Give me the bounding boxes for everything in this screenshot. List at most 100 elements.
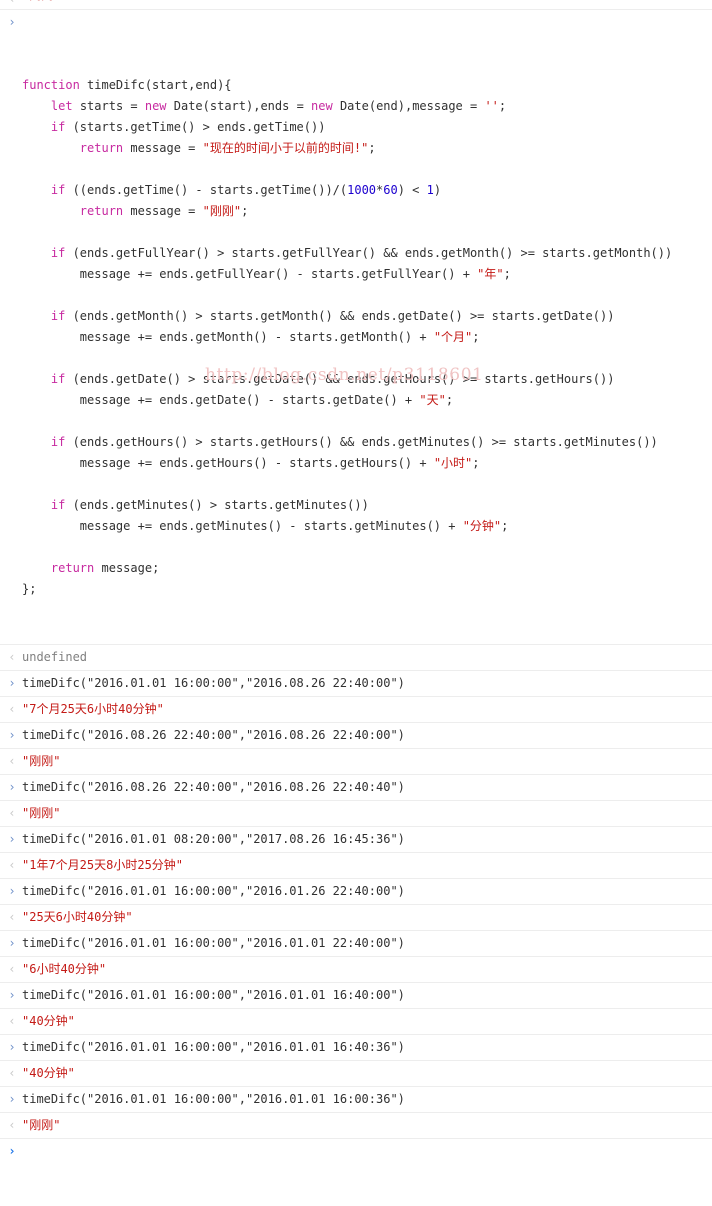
console-row-clipped-result: ‹ "刚刚"	[0, 0, 712, 10]
result-text: "6小时40分钟"	[22, 962, 107, 976]
code-token-kw: if	[50, 309, 66, 323]
input-arrow-icon: ›	[8, 1092, 16, 1106]
code-token-kw: return	[50, 561, 95, 575]
code-line: message += ends.getMinutes() - starts.ge…	[22, 516, 712, 537]
code-token-plain: (ends.getDate() > starts.getDate() && en…	[65, 372, 615, 386]
code-token-plain: timeDifc(start,end){	[79, 78, 232, 92]
console-row-result: ‹ "7个月25天6小时40分钟"	[0, 697, 712, 723]
result-text: "40分钟"	[22, 1066, 75, 1080]
result-text: "1年7个月25天8小时25分钟"	[22, 858, 184, 872]
input-arrow-icon: ›	[8, 15, 16, 29]
code-line: if (starts.getTime() > ends.getTime())	[22, 117, 712, 138]
devtools-console-panel[interactable]: http://blog.csdn.net/p3118601 ‹ "刚刚" › f…	[0, 0, 712, 1158]
code-token-plain: ;	[498, 99, 507, 113]
code-line: return message = "刚刚";	[22, 201, 712, 222]
code-token-kw: new	[144, 99, 167, 113]
code-token-plain: ;	[368, 141, 376, 155]
console-row-command[interactable]: › timeDifc("2016.01.01 16:00:00","2016.01…	[0, 879, 712, 905]
command-text: timeDifc("2016.01.01 16:00:00","2016.01.…	[22, 1040, 405, 1054]
command-text: timeDifc("2016.01.01 16:00:00","2016.01.…	[22, 936, 405, 950]
clipped-result-text: "刚刚"	[22, 0, 60, 1]
code-token-plain: message =	[123, 141, 203, 155]
code-token-str: ''	[484, 99, 499, 113]
code-token-kw: if	[50, 120, 66, 134]
command-text: timeDifc("2016.01.01 16:00:00","2016.01.…	[22, 884, 405, 898]
code-token-num: 60	[383, 183, 398, 197]
code-token-kw: if	[50, 435, 66, 449]
code-token-kw: let	[50, 99, 73, 113]
code-token-kw: if	[50, 246, 66, 260]
code-line: };	[22, 579, 712, 600]
console-row-result: ‹ "刚刚"	[0, 1113, 712, 1139]
code-token-plain: message += ends.getDate() - starts.getDa…	[22, 393, 420, 407]
output-arrow-icon: ‹	[8, 1066, 16, 1080]
code-token-plain: Date(start),ends =	[166, 99, 312, 113]
console-row-command[interactable]: › timeDifc("2016.01.01 08:20:00","2017.08…	[0, 827, 712, 853]
code-token-str: "分钟"	[462, 519, 502, 533]
console-row-command[interactable]: › timeDifc("2016.01.01 16:00:00","2016.01…	[0, 983, 712, 1009]
code-block: function timeDifc(start,end){ let starts…	[22, 75, 712, 600]
code-token-kw: if	[50, 372, 66, 386]
code-line: function timeDifc(start,end){	[22, 75, 712, 96]
input-arrow-icon: ›	[8, 676, 16, 690]
code-line: let starts = new Date(start),ends = new …	[22, 96, 712, 117]
code-token-num: 1	[426, 183, 434, 197]
output-arrow-icon: ‹	[8, 650, 16, 664]
code-token-plain: ;	[501, 519, 509, 533]
code-token-plain: message += ends.getFullYear() - starts.g…	[22, 267, 478, 281]
code-token-plain: message += ends.getMonth() - starts.getM…	[22, 330, 434, 344]
result-text: "刚刚"	[22, 754, 61, 768]
code-line: if (ends.getFullYear() > starts.getFullY…	[22, 243, 712, 264]
console-row-result: ‹ "刚刚"	[0, 801, 712, 827]
code-token-plain: ;	[445, 393, 454, 407]
code-line: if (ends.getMonth() > starts.getMonth() …	[22, 306, 712, 327]
console-row-command[interactable]: › timeDifc("2016.01.01 16:00:00","2016.08…	[0, 671, 712, 697]
code-line: if (ends.getDate() > starts.getDate() &&…	[22, 369, 712, 390]
input-arrow-icon: ›	[8, 1040, 16, 1054]
output-arrow-icon: ‹	[5, 0, 19, 9]
result-text: "刚刚"	[22, 1118, 61, 1132]
command-text: timeDifc("2016.01.01 16:00:00","2016.01.…	[22, 1092, 405, 1106]
output-arrow-icon: ‹	[8, 910, 16, 924]
console-row-command[interactable]: › timeDifc("2016.01.01 16:00:00","2016.01…	[0, 1035, 712, 1061]
code-token-plain: ) <	[397, 183, 427, 197]
result-text: "40分钟"	[22, 1014, 75, 1028]
code-line: if (ends.getMinutes() > starts.getMinute…	[22, 495, 712, 516]
console-input-prompt-row[interactable]: ›	[0, 1139, 712, 1206]
console-row-command[interactable]: › timeDifc("2016.08.26 22:40:00","2016.08…	[0, 723, 712, 749]
code-token-str: "年"	[477, 267, 504, 281]
code-token-kw: if	[50, 183, 66, 197]
output-arrow-icon: ‹	[8, 702, 16, 716]
output-arrow-icon: ‹	[8, 806, 16, 820]
code-token-plain: message += ends.getMinutes() - starts.ge…	[22, 519, 463, 533]
console-row-result: ‹ "1年7个月25天8小时25分钟"	[0, 853, 712, 879]
console-row-code-entry[interactable]: › function timeDifc(start,end){ let star…	[0, 10, 712, 645]
code-token-kw: return	[79, 141, 124, 155]
console-row-command[interactable]: › timeDifc("2016.01.01 16:00:00","2016.01…	[0, 931, 712, 957]
code-line: message += ends.getHours() - starts.getH…	[22, 453, 712, 474]
input-arrow-icon: ›	[8, 884, 16, 898]
code-token-plain: (ends.getHours() > starts.getHours() && …	[65, 435, 658, 449]
console-row-command[interactable]: › timeDifc("2016.08.26 22:40:00","2016.08…	[0, 775, 712, 801]
input-arrow-icon: ›	[8, 936, 16, 950]
code-token-kw: new	[311, 99, 333, 113]
command-text: timeDifc("2016.01.01 16:00:00","2016.01.…	[22, 988, 405, 1002]
console-row-command[interactable]: › timeDifc("2016.01.01 16:00:00","2016.01…	[0, 1087, 712, 1113]
output-arrow-icon: ‹	[8, 1118, 16, 1132]
code-token-plain: ;	[503, 267, 511, 281]
command-text: timeDifc("2016.08.26 22:40:00","2016.08.…	[22, 780, 405, 794]
prompt-arrow-icon: ›	[8, 1144, 16, 1158]
